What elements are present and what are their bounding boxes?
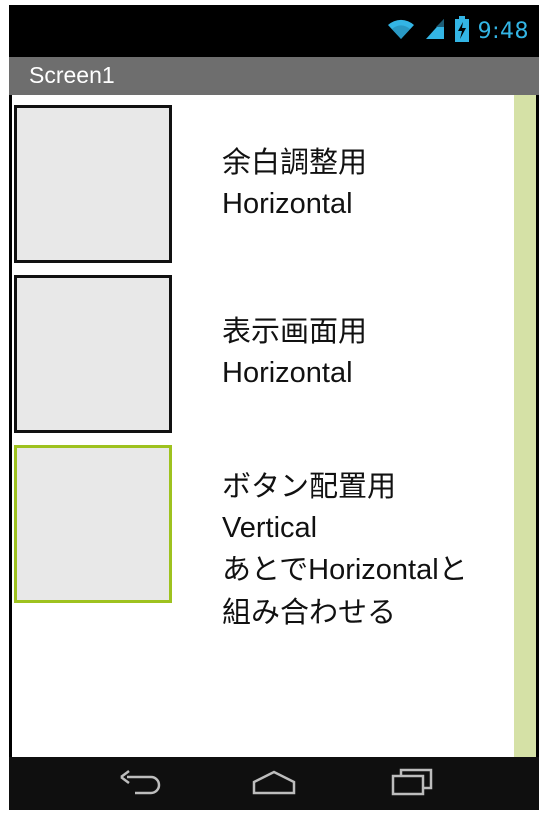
arrangement-label-display: 表示画面用 Horizontal	[222, 310, 367, 394]
arrangement-title: ボタン配置用	[222, 469, 397, 503]
back-icon	[117, 769, 163, 799]
arrangement-label-buttons: ボタン配置用 Vertical あとでHorizontalと 組み合わせる	[222, 465, 468, 633]
recent-apps-icon	[389, 768, 435, 800]
status-icons: 9:48	[386, 16, 529, 46]
back-button[interactable]	[112, 768, 168, 800]
arrangement-note: 組み合わせる	[222, 595, 397, 629]
screen-title: Screen1	[29, 62, 115, 88]
arrangement-note: あとでHorizontalと	[222, 554, 468, 586]
arrangement-type: Horizontal	[222, 188, 353, 220]
arrangement-label-spacing: 余白調整用 Horizontal	[222, 141, 367, 225]
arrangement-type: Vertical	[222, 512, 318, 544]
arrangement-title: 表示画面用	[222, 314, 368, 348]
screen-content[interactable]: 余白調整用 Horizontal 表示画面用 Horizontal ボタン配置用…	[12, 95, 536, 757]
arrangement-box-buttons-selected[interactable]	[14, 445, 172, 603]
navigation-bar	[9, 757, 539, 810]
battery-charging-icon	[454, 16, 470, 46]
scrollbar[interactable]	[514, 95, 536, 757]
status-time: 9:48	[477, 18, 529, 44]
arrangement-title: 余白調整用	[222, 145, 368, 179]
signal-icon	[424, 17, 446, 45]
status-bar: 9:48	[9, 5, 539, 57]
home-button[interactable]	[246, 768, 302, 800]
home-icon	[250, 769, 298, 799]
arrangement-type: Horizontal	[222, 357, 353, 389]
phone-frame: 9:48 Screen1 余白調整用 Horizontal 表示画面用 Hori…	[9, 5, 539, 810]
wifi-icon	[386, 17, 416, 45]
recent-apps-button[interactable]	[384, 768, 440, 800]
title-bar: Screen1	[9, 57, 539, 95]
arrangement-box-display[interactable]	[14, 275, 172, 433]
arrangement-box-spacing[interactable]	[14, 105, 172, 263]
